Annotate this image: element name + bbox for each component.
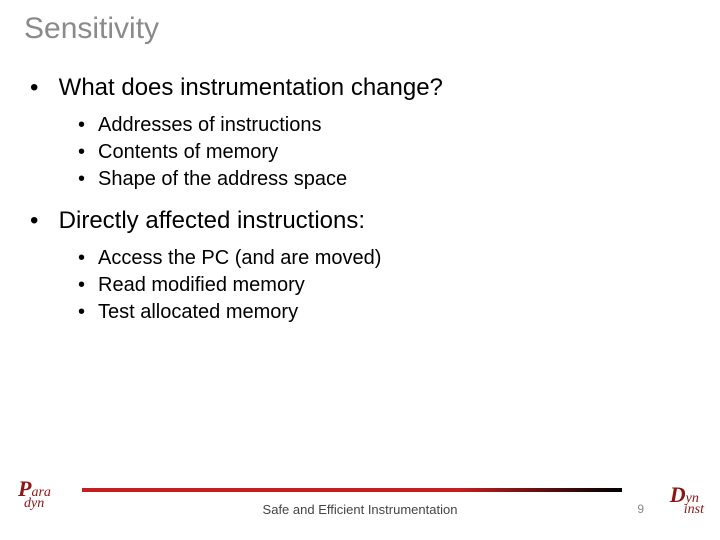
sub-bullet-text: Test allocated memory: [98, 301, 298, 323]
slide-footer: Para dyn Safe and Efficient Instrumentat…: [0, 482, 720, 526]
sub-bullet-item: Addresses of instructions: [78, 112, 696, 139]
bullet-list-level2: Access the PC (and are moved) Read modif…: [30, 245, 696, 326]
dyninst-logo: Dyn inst: [670, 482, 704, 518]
sub-bullet-text: Shape of the address space: [98, 168, 347, 190]
bullet-item: Directly affected instructions: Access t…: [30, 207, 696, 326]
sub-bullet-text: Addresses of instructions: [98, 114, 321, 136]
logo-bottom: inst: [684, 502, 704, 518]
sub-bullet-item: Contents of memory: [78, 139, 696, 166]
sub-bullet-item: Test allocated memory: [78, 299, 696, 326]
slide-content: What does instrumentation change? Addres…: [24, 74, 696, 326]
page-number: 9: [637, 502, 644, 516]
bullet-text: Directly affected instructions:: [59, 207, 365, 234]
sub-bullet-item: Shape of the address space: [78, 166, 696, 193]
bullet-list-level2: Addresses of instructions Contents of me…: [30, 112, 696, 193]
slide-title: Sensitivity: [24, 12, 696, 46]
sub-bullet-item: Read modified memory: [78, 272, 696, 299]
sub-bullet-text: Access the PC (and are moved): [98, 247, 381, 269]
footer-title: Safe and Efficient Instrumentation: [0, 502, 720, 517]
sub-bullet-text: Contents of memory: [98, 141, 278, 163]
bullet-list-level1: What does instrumentation change? Addres…: [30, 74, 696, 326]
slide: Sensitivity What does instrumentation ch…: [0, 0, 720, 540]
bullet-text: What does instrumentation change?: [59, 74, 443, 101]
sub-bullet-item: Access the PC (and are moved): [78, 245, 696, 272]
bullet-item: What does instrumentation change? Addres…: [30, 74, 696, 193]
sub-bullet-text: Read modified memory: [98, 274, 305, 296]
footer-rule: [82, 488, 622, 492]
